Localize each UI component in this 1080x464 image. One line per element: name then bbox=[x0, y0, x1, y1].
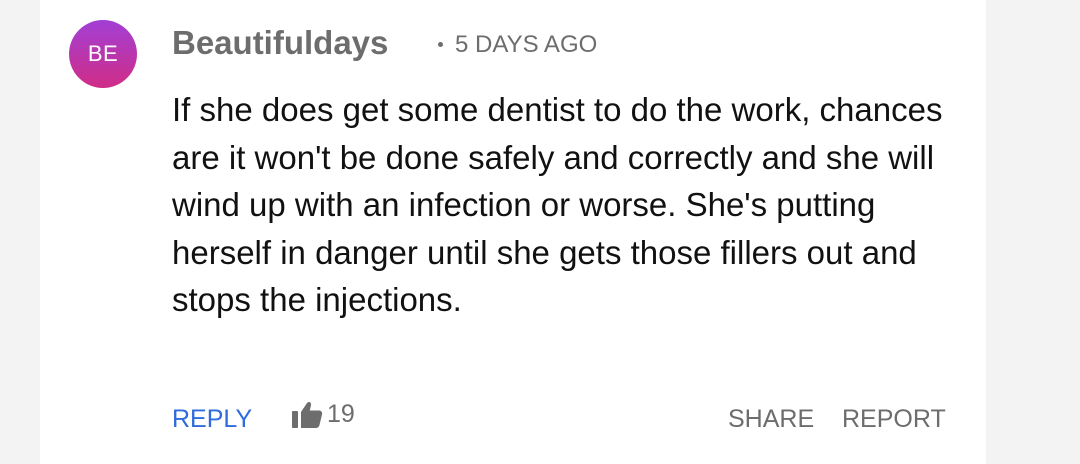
like-button[interactable]: 19 bbox=[291, 400, 355, 429]
thumbs-up-icon bbox=[292, 401, 323, 428]
share-button[interactable]: SHARE bbox=[728, 405, 814, 434]
comment-timestamp: 5 DAYS AGO bbox=[455, 31, 598, 58]
comment-body: If she does get some dentist to do the w… bbox=[172, 91, 943, 318]
comment-username[interactable]: Beautifuldays bbox=[172, 24, 388, 62]
avatar-initials: BE bbox=[87, 41, 119, 66]
like-count: 19 bbox=[327, 400, 355, 428]
separator-dot bbox=[438, 42, 443, 47]
reply-button[interactable]: REPLY bbox=[172, 405, 252, 434]
report-button[interactable]: REPORT bbox=[842, 405, 946, 434]
avatar[interactable]: BE bbox=[69, 20, 137, 88]
